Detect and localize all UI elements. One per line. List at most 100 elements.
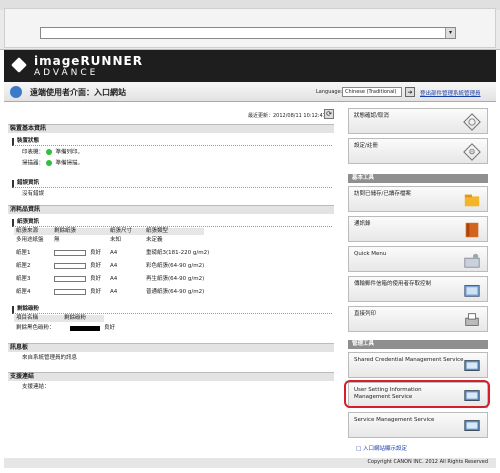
settings-icon: ⚙	[463, 143, 481, 161]
logout-link[interactable]: 登出部件管理系統管理員	[420, 89, 481, 97]
paper-type: 再生紙張(64-90 g/m2)	[146, 276, 205, 282]
language-select[interactable]: Chinese (Traditional)	[342, 87, 402, 97]
message-board-header: 訊息板	[8, 343, 334, 352]
address-bar[interactable]: ▾	[40, 27, 456, 39]
paper-source: 紙匣2	[16, 263, 31, 269]
ok-status-icon	[45, 149, 52, 155]
paper-level-bar	[54, 263, 86, 269]
col-remaining: 剩餘紙張	[54, 228, 77, 234]
paper-level-bar	[54, 276, 86, 282]
paper-type: 重磅紙3(181-220 g/m2)	[146, 250, 210, 256]
address-book-button[interactable]: 通訊錄	[348, 216, 488, 242]
paper-source: 紙匣3	[16, 276, 31, 282]
message-board-text: 來自系統管理員的訊息	[22, 355, 78, 361]
access-files-button[interactable]: 訪問已儲存/已讀存檔案	[348, 186, 488, 212]
paper-source: 多用途紙盤	[16, 237, 44, 243]
col-source: 紙張來源	[16, 228, 39, 234]
toner-title: 剩餘碳粉	[12, 306, 332, 314]
paper-type: 未定義	[146, 237, 163, 243]
printer-label: 印表機：	[22, 149, 45, 156]
copyright: Copyright CANON INC. 2012 All Rights Res…	[367, 459, 488, 465]
portal-icon	[10, 86, 22, 98]
col-toner-remaining: 剩餘碳粉	[64, 315, 87, 321]
brand-line2: ADVANCE	[34, 68, 99, 78]
info-panel: 最近更新：2012/08/11 10:12:47 ⟳ 裝置基本資訊 裝置狀態 印…	[4, 102, 334, 458]
paper-level-bar	[54, 289, 86, 295]
sidebar: 狀態確認/取消 設定/註冊 ⚙ 基本工具 訪問已儲存/已讀存檔案 通訊錄 Qui…	[344, 102, 496, 458]
paper-remaining: 良好	[90, 250, 102, 256]
status-cancel-label: 狀態確認/取消	[354, 113, 389, 119]
service-management-button[interactable]: Service Management Service	[348, 412, 488, 438]
toner-level-bar	[70, 326, 100, 331]
paper-size: 未知	[110, 237, 122, 243]
status-cancel-button[interactable]: 狀態確認/取消	[348, 108, 488, 134]
monitor-icon	[464, 420, 480, 431]
department-access-label: 傳輸郵件信箱的使用者存取控制	[354, 281, 432, 287]
footer: Copyright CANON INC. 2012 All Rights Res…	[4, 458, 496, 468]
brand-line1: imageRUNNER	[34, 54, 143, 68]
refresh-button[interactable]: ⟳	[324, 109, 334, 119]
language-label: Language:	[316, 89, 343, 95]
shared-credential-button[interactable]: Shared Credential Management Service	[348, 352, 488, 378]
support-link[interactable]: 支援連結：	[22, 384, 50, 391]
direct-print-label: 直接列印	[354, 311, 377, 317]
printer-icon	[465, 313, 479, 326]
toner-value: 良好	[104, 325, 116, 331]
toner-name: 剩餘黑色碳粉：	[16, 325, 55, 331]
paper-size: A4	[110, 263, 118, 269]
address-book-icon	[465, 222, 479, 238]
device-info-header: 裝置基本資訊	[8, 124, 334, 133]
paper-remaining: 良好	[90, 263, 102, 269]
paper-size: A4	[110, 289, 118, 295]
support-header: 支援連結	[8, 372, 334, 381]
paper-info-title: 紙張資訊	[12, 219, 332, 227]
paper-source: 紙匣4	[16, 289, 31, 295]
direct-print-button[interactable]: 直接列印	[348, 306, 488, 332]
page-header: 遠端使用者介面：入口網站 Language: Chinese (Traditio…	[4, 82, 496, 102]
access-files-label: 訪問已儲存/已讀存檔案	[354, 191, 411, 197]
portal-main: 最近更新：2012/08/11 10:12:47 ⟳ 裝置基本資訊 裝置狀態 印…	[4, 102, 496, 458]
scanner-status: 掃描器： 準備掃描。	[22, 160, 83, 168]
highlight-outline	[344, 380, 490, 408]
management-tools-header: 管理工具	[348, 340, 488, 349]
product-banner: imageRUNNER ADVANCE	[4, 50, 496, 82]
portal-display-settings-link[interactable]: □ 入口網站顯示設定	[356, 444, 407, 452]
department-access-button[interactable]: 傳輸郵件信箱的使用者存取控制	[348, 276, 488, 302]
paper-type: 普通紙張(64-90 g/m2)	[146, 289, 205, 295]
folder-icon	[464, 194, 480, 207]
quick-menu-label: Quick Menu	[354, 251, 387, 257]
paper-remaining: 良好	[90, 289, 102, 295]
language-apply-button[interactable]: ➔	[405, 87, 415, 97]
paper-size: A4	[110, 276, 118, 282]
printer-value: 準備列印。	[55, 149, 84, 156]
paper-remaining: 良好	[90, 276, 102, 282]
col-type: 紙張類型	[146, 228, 169, 234]
printer-status: 印表機： 準備列印。	[22, 149, 83, 157]
address-book-label: 通訊錄	[354, 221, 371, 227]
quick-menu-button[interactable]: Quick Menu	[348, 246, 488, 272]
shared-credential-label: Shared Credential Management Service	[354, 357, 464, 363]
paper-level-bar	[54, 250, 86, 256]
status-monitor-icon	[463, 113, 481, 131]
portal-display-settings-label: 入口網站顯示設定	[362, 446, 407, 452]
col-size: 紙張尺寸	[110, 228, 133, 234]
scanner-label: 掃描器：	[22, 160, 45, 167]
error-value: 沒有錯誤	[22, 191, 45, 197]
paper-size: A4	[110, 250, 118, 256]
ok-status-icon	[45, 160, 52, 166]
chevron-down-icon[interactable]: ▾	[445, 28, 455, 38]
mailbox-icon	[464, 285, 480, 297]
square-bullet-icon: □	[356, 446, 363, 452]
consumables-header: 消耗品資訊	[8, 205, 334, 214]
service-management-label: Service Management Service	[354, 417, 435, 423]
error-info-title: 錯誤資訊	[12, 180, 332, 188]
basic-tools-header: 基本工具	[348, 174, 488, 183]
monitor-icon	[464, 360, 480, 371]
settings-register-label: 設定/註冊	[354, 143, 378, 149]
settings-register-button[interactable]: 設定/註冊 ⚙	[348, 138, 488, 164]
device-status-title: 裝置狀態	[12, 138, 332, 146]
paper-type: 彩色紙張(64-90 g/m2)	[146, 263, 205, 269]
page-title: 遠端使用者介面：入口網站	[30, 88, 126, 97]
paper-source: 紙匣1	[16, 250, 31, 256]
col-item-name: 項目名稱	[16, 315, 39, 321]
